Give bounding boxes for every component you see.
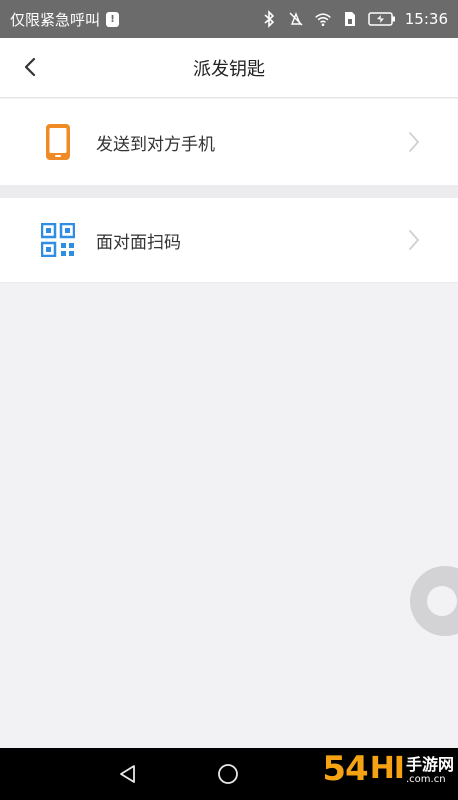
watermark-logo: 54 HI 手游网 .com.cn bbox=[322, 749, 454, 789]
wifi-icon bbox=[314, 10, 332, 28]
option-face-to-face-scan[interactable]: 面对面扫码 bbox=[0, 198, 458, 283]
app-header: 派发钥匙 bbox=[0, 38, 458, 98]
chevron-right-icon bbox=[404, 228, 424, 252]
chevron-left-icon bbox=[24, 57, 36, 77]
qr-code-icon bbox=[40, 220, 76, 260]
bluetooth-icon bbox=[260, 10, 278, 28]
vibrate-off-icon bbox=[287, 10, 305, 28]
back-triangle-icon bbox=[120, 765, 135, 783]
back-button[interactable] bbox=[14, 50, 48, 84]
chevron-right-icon bbox=[404, 130, 424, 154]
section-divider bbox=[0, 185, 458, 198]
watermark-number: 54 bbox=[322, 749, 368, 789]
option-label: 面对面扫码 bbox=[96, 232, 181, 253]
carrier-info: 仅限紧急呼叫 ! bbox=[10, 9, 120, 30]
sim-icon bbox=[341, 10, 359, 28]
nav-back-button[interactable] bbox=[113, 760, 143, 788]
home-circle-icon bbox=[218, 764, 238, 784]
status-bar: 仅限紧急呼叫 ! 15:36 bbox=[0, 0, 458, 38]
nav-home-button[interactable] bbox=[213, 760, 243, 788]
option-send-to-phone[interactable]: 发送到对方手机 bbox=[0, 99, 458, 185]
option-label: 发送到对方手机 bbox=[96, 134, 215, 155]
floating-assistive-button[interactable] bbox=[410, 566, 458, 636]
battery-icon bbox=[368, 10, 396, 28]
watermark-name: 手游网 bbox=[405, 755, 454, 774]
watermark-url: .com.cn bbox=[405, 774, 446, 785]
sim-alert-icon: ! bbox=[106, 11, 120, 27]
carrier-text: 仅限紧急呼叫 bbox=[10, 10, 101, 29]
clock: 15:36 bbox=[404, 10, 448, 28]
floating-button-center bbox=[427, 586, 457, 616]
phone-icon bbox=[40, 122, 76, 162]
page-title: 派发钥匙 bbox=[193, 58, 265, 80]
watermark-suffix: HI bbox=[369, 751, 405, 786]
